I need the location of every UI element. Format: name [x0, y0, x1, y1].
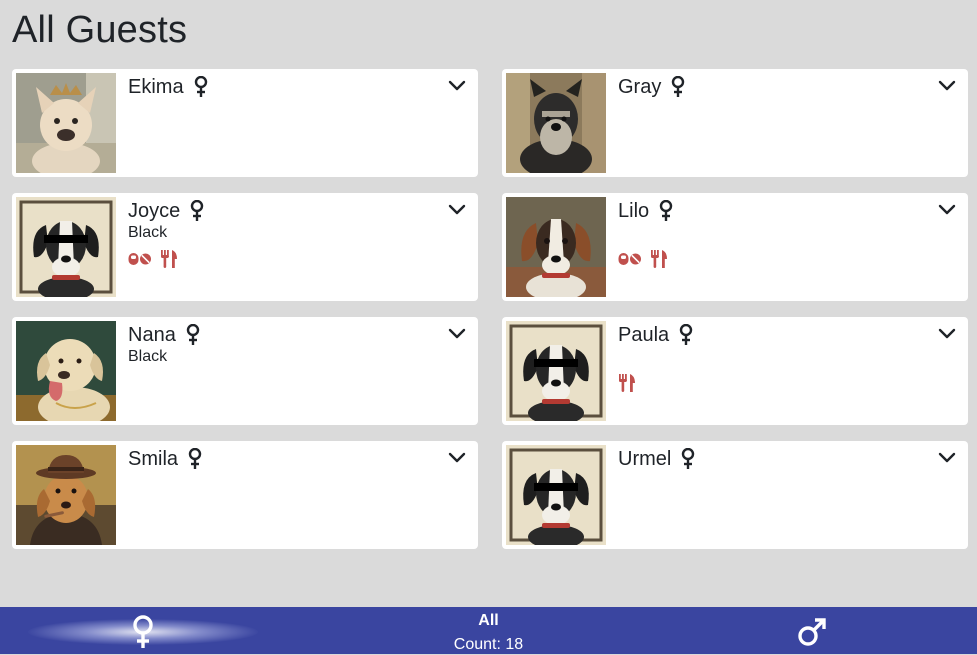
guest-name: Lilo: [618, 200, 650, 222]
male-filter-icon[interactable]: [797, 617, 827, 647]
chevron-down-icon[interactable]: [448, 204, 466, 216]
guest-grid: Ekima Gray Joyce Black Lilo Nana Black P…: [12, 69, 968, 549]
guest-name: Urmel: [618, 448, 672, 470]
guest-card[interactable]: Paula: [502, 317, 968, 425]
page-title: All Guests: [12, 9, 188, 51]
guest-name-row: Gray: [618, 75, 685, 99]
schnauzer-portrait: [506, 73, 606, 173]
filter-all-label[interactable]: All: [0, 611, 977, 631]
female-icon: [188, 448, 202, 469]
guest-name-row: Smila: [128, 447, 202, 471]
guest-name: Nana: [128, 324, 176, 346]
guest-tags: [618, 373, 636, 393]
female-icon: [191, 200, 204, 221]
guest-name: Gray: [618, 76, 662, 98]
guest-card[interactable]: Ekima: [12, 69, 478, 177]
french-bulldog-with-tiara-portrait: [16, 73, 116, 173]
female-icon: [679, 324, 693, 345]
guest-count: Count: 18: [453, 636, 524, 653]
female-icon: [672, 76, 685, 97]
labrador-portrait: [16, 321, 116, 421]
chevron-down-icon[interactable]: [448, 80, 466, 92]
beagle-portrait: [506, 197, 606, 297]
bottom-filter-bar: All Count: 18: [0, 607, 977, 654]
chevron-down-icon[interactable]: [448, 328, 466, 340]
chevron-down-icon[interactable]: [448, 452, 466, 464]
guest-name-row: Nana: [128, 323, 200, 347]
guest-color: Black: [128, 348, 168, 365]
guest-card[interactable]: Gray: [502, 69, 968, 177]
guest-tags: [618, 249, 668, 269]
food-icon: [619, 374, 635, 392]
female-icon: [682, 448, 695, 469]
food-icon: [651, 250, 667, 268]
guest-card[interactable]: Urmel: [502, 441, 968, 549]
chevron-down-icon[interactable]: [938, 452, 956, 464]
chevron-down-icon[interactable]: [938, 80, 956, 92]
female-icon: [659, 200, 673, 221]
medication-icon: [128, 253, 151, 265]
placeholder-hound-portrait: [16, 197, 116, 297]
dog-with-hat-and-cigar-portrait: [16, 445, 116, 545]
guest-name: Smila: [128, 448, 179, 470]
guest-name: Paula: [618, 324, 670, 346]
guest-color: Black: [128, 224, 168, 241]
chevron-down-icon[interactable]: [938, 328, 956, 340]
guest-name-row: Lilo: [618, 199, 673, 223]
medication-icon: [618, 253, 641, 265]
guest-tags: [128, 249, 178, 269]
female-icon: [194, 76, 207, 97]
guest-card[interactable]: Smila: [12, 441, 478, 549]
guest-card[interactable]: Nana Black: [12, 317, 478, 425]
guest-name: Joyce: [128, 200, 181, 222]
guest-name: Ekima: [128, 76, 184, 98]
guest-card[interactable]: Lilo: [502, 193, 968, 301]
chevron-down-icon[interactable]: [938, 204, 956, 216]
placeholder-hound-portrait: [506, 321, 606, 421]
placeholder-hound-portrait: [506, 445, 606, 545]
guest-name-row: Ekima: [128, 75, 208, 99]
guest-name-row: Paula: [618, 323, 693, 347]
food-icon: [161, 250, 177, 268]
female-icon: [186, 324, 200, 345]
guest-name-row: Urmel: [618, 447, 695, 471]
guest-name-row: Joyce: [128, 199, 204, 223]
guest-card[interactable]: Joyce Black: [12, 193, 478, 301]
